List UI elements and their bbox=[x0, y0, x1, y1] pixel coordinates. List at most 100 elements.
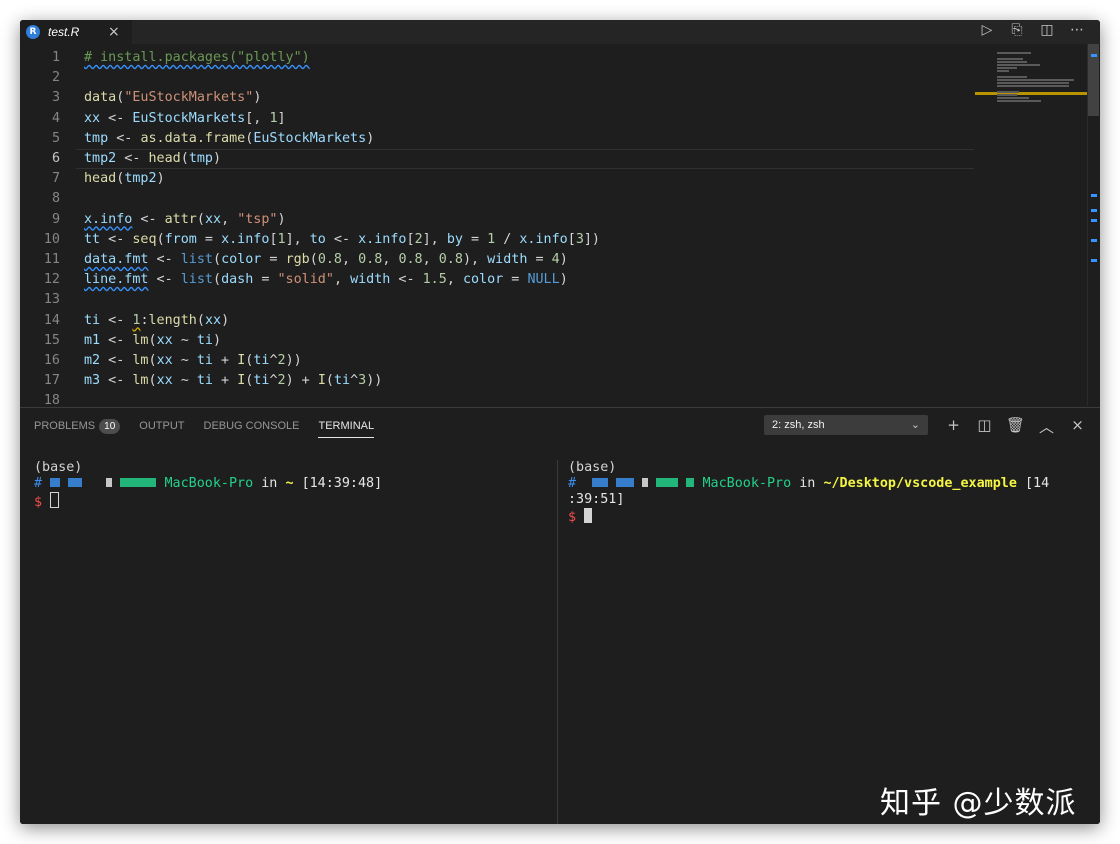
code-line[interactable]: 15 m1 <- lm(xx ~ ti) bbox=[20, 331, 970, 351]
run-icon[interactable]: ▷ bbox=[972, 22, 1002, 38]
code-token: ( bbox=[309, 252, 318, 267]
code-token: [ bbox=[269, 231, 278, 247]
new-terminal-icon[interactable]: + bbox=[938, 416, 969, 437]
line-number: 2 bbox=[51, 70, 60, 86]
minimap[interactable] bbox=[975, 44, 1090, 406]
tab-terminal[interactable]: TERMINAL bbox=[318, 420, 375, 438]
code-token: 2 bbox=[414, 231, 423, 247]
code-line[interactable]: 10 tt <- seq(from = x.info[1], to <- x.in… bbox=[20, 230, 970, 250]
minimap-line bbox=[997, 70, 1009, 72]
vscode-window: R test.R × ▷ ⎘ ◫ ⋯ 1 # install.packages("… bbox=[20, 20, 1100, 824]
code-line[interactable]: 11 data.fmt <- list(color = rgb(0.8, 0.8,… bbox=[20, 250, 970, 270]
code-line[interactable]: 7 head(tmp2) bbox=[20, 169, 970, 189]
problems-count-badge: 10 bbox=[99, 418, 121, 434]
code-token: <- bbox=[100, 110, 133, 126]
line-number: 15 bbox=[43, 332, 60, 348]
terminal-cursor bbox=[50, 492, 60, 508]
code-text: xx <- EuStockMarkets[, 1] bbox=[84, 109, 286, 129]
open-changes-icon[interactable]: ⎘ bbox=[1002, 22, 1032, 38]
code-token: , bbox=[221, 211, 238, 227]
code-token: EuStockMarkets bbox=[132, 110, 246, 126]
line-number: 16 bbox=[43, 353, 60, 368]
tab-debug-console[interactable]: DEBUG CONSOLE bbox=[204, 420, 300, 432]
code-token: = bbox=[261, 252, 286, 267]
code-line[interactable]: 14 ti <- 1:length(xx) bbox=[20, 311, 970, 331]
close-panel-icon[interactable]: × bbox=[1062, 416, 1093, 437]
code-token: tt bbox=[84, 231, 101, 247]
code-token: 2 bbox=[277, 373, 286, 389]
code-line[interactable]: 13 bbox=[20, 290, 970, 310]
code-token: <- bbox=[100, 353, 133, 368]
terminal-select-value: 2: zsh, zsh bbox=[772, 419, 825, 431]
code-token: xx bbox=[156, 373, 173, 389]
redacted-host bbox=[656, 478, 679, 487]
terminal-split-divider[interactable] bbox=[557, 460, 558, 824]
terminal-pane-right[interactable]: (base) # MacBook-Pro in ~/Desktop/vscode_… bbox=[568, 460, 1068, 526]
code-token: ~ bbox=[172, 332, 197, 348]
code-token: , bbox=[382, 252, 399, 267]
code-line[interactable]: 1 # install.packages("plotly") bbox=[20, 48, 970, 68]
code-token: ( bbox=[156, 231, 165, 247]
code-token: tmp2 bbox=[124, 171, 157, 187]
minimap-line bbox=[997, 76, 1027, 78]
code-token: width bbox=[350, 272, 391, 288]
code-token: color bbox=[221, 252, 262, 267]
code-line[interactable]: 9 x.info <- attr(xx, "tsp") bbox=[20, 210, 970, 230]
code-token: = bbox=[503, 272, 528, 288]
trash-icon[interactable]: 🗑 bbox=[1000, 416, 1031, 437]
maximize-panel-icon[interactable]: ︿ bbox=[1031, 416, 1062, 437]
split-terminal-icon[interactable]: ◫ bbox=[969, 416, 1000, 437]
code-token: <- bbox=[100, 312, 133, 328]
editor-actions: ▷ ⎘ ◫ ⋯ bbox=[972, 22, 1092, 38]
code-text: x.info <- attr(xx, "tsp") bbox=[84, 210, 286, 230]
code-token: = bbox=[527, 252, 552, 267]
code-token: 3 bbox=[358, 373, 367, 389]
tab-problems[interactable]: PROBLEMS 10 bbox=[34, 418, 121, 434]
editor-scrollbar[interactable] bbox=[1087, 44, 1100, 406]
code-token: , bbox=[422, 252, 439, 267]
tab-label: test.R bbox=[48, 25, 80, 39]
prompt-hash: # bbox=[568, 476, 577, 491]
split-editor-icon[interactable]: ◫ bbox=[1032, 22, 1062, 38]
code-token: x.info bbox=[358, 231, 407, 247]
code-token: , bbox=[342, 252, 359, 267]
panel-tabs: PROBLEMS 10 OUTPUT DEBUG CONSOLE TERMINA… bbox=[34, 408, 393, 444]
code-line[interactable]: 17 m3 <- lm(xx ~ ti + I(ti^2) + I(ti^3)) bbox=[20, 371, 970, 391]
code-token: 2 bbox=[277, 353, 286, 368]
code-line[interactable]: 18 bbox=[20, 391, 970, 406]
terminal-select-dropdown[interactable]: 2: zsh, zsh ⌄ bbox=[764, 415, 928, 435]
code-token: xx bbox=[84, 110, 101, 126]
code-token: # install.packages("plotly") bbox=[84, 50, 310, 65]
minimap-line bbox=[997, 85, 1069, 87]
more-actions-icon[interactable]: ⋯ bbox=[1062, 22, 1092, 38]
code-token: xx bbox=[156, 353, 173, 368]
code-token: / bbox=[495, 231, 520, 247]
terminal-pane-left[interactable]: (base) # MacBook-Pro in ~ [14:39:48] $ bbox=[34, 460, 554, 511]
terminal-host: MacBook-Pro bbox=[702, 476, 792, 491]
code-line[interactable]: 16 m2 <- lm(xx ~ ti + I(ti^2)) bbox=[20, 351, 970, 371]
code-line[interactable]: 4 xx <- EuStockMarkets[, 1] bbox=[20, 109, 970, 129]
code-text: tt <- seq(from = x.info[1], to <- x.info… bbox=[84, 230, 600, 250]
code-line[interactable]: 12 line.fmt <- list(dash = "solid", width… bbox=[20, 270, 970, 290]
line-number: 11 bbox=[43, 252, 60, 267]
prompt-hash: # bbox=[34, 476, 43, 491]
close-icon[interactable]: × bbox=[108, 24, 120, 40]
code-line[interactable]: 8 bbox=[20, 189, 970, 209]
minimap-line bbox=[997, 94, 1018, 96]
tab-output[interactable]: OUTPUT bbox=[139, 420, 184, 432]
code-token: ) bbox=[277, 211, 286, 227]
code-token: = bbox=[253, 272, 278, 288]
code-line[interactable]: 3 data("EuStockMarkets") bbox=[20, 88, 970, 108]
code-line[interactable]: 5 tmp <- as.data.frame(EuStockMarkets) bbox=[20, 129, 970, 149]
code-line[interactable]: 6 tmp2 <- head(tmp) bbox=[20, 149, 974, 169]
code-token: ( bbox=[180, 151, 189, 166]
code-text: m3 <- lm(xx ~ ti + I(ti^2) + I(ti^3)) bbox=[84, 371, 382, 391]
minimap-line bbox=[997, 61, 1027, 63]
code-token: ( bbox=[148, 373, 157, 389]
terminal-env: (base) bbox=[568, 460, 617, 475]
code-editor[interactable]: 1 # install.packages("plotly") 2 3 data("EuS… bbox=[20, 44, 1100, 406]
code-line[interactable]: 2 bbox=[20, 68, 970, 88]
tab-test-r[interactable]: R test.R × bbox=[20, 20, 132, 44]
code-token: width bbox=[487, 252, 528, 267]
code-token: ( bbox=[213, 272, 222, 288]
